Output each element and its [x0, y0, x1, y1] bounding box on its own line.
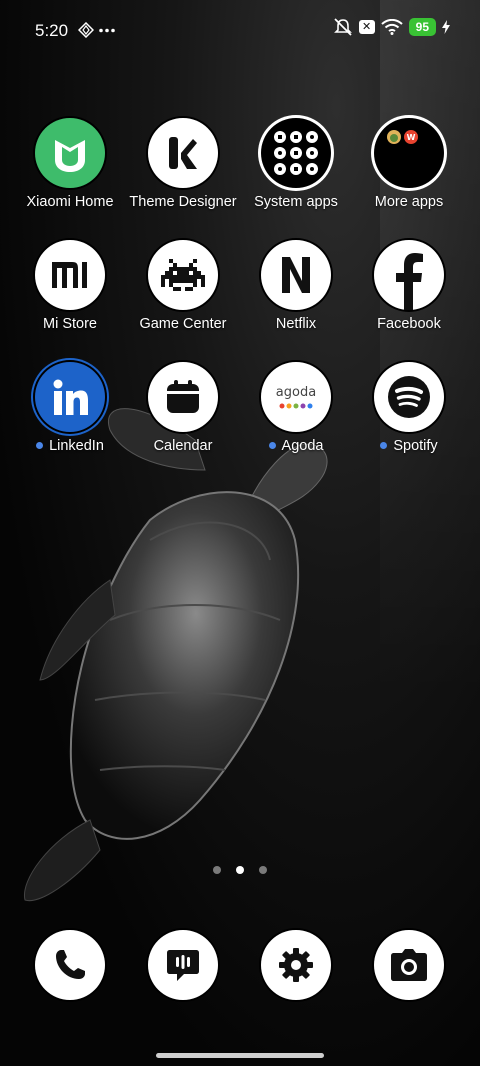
xiaomi-home-icon: [35, 118, 105, 188]
wifi-icon: [380, 19, 403, 35]
app-label: Mi Store: [43, 316, 97, 332]
facebook-icon: [374, 240, 444, 310]
app-netflix[interactable]: Netflix: [236, 240, 356, 332]
phone-icon[interactable]: [35, 930, 105, 1000]
charging-icon: [442, 20, 450, 34]
page-indicator: [0, 866, 480, 874]
app-label-row: Agoda: [236, 438, 356, 454]
app-facebook[interactable]: Facebook: [349, 240, 469, 332]
app-label: Spotify: [393, 438, 438, 454]
app-system-apps-folder[interactable]: System apps: [236, 118, 356, 210]
app-label: Theme Designer: [129, 194, 237, 210]
silent-icon: [333, 18, 352, 36]
camera-icon[interactable]: [374, 930, 444, 1000]
gesture-nav-bar[interactable]: [156, 1053, 324, 1058]
mi-store-icon: [35, 240, 105, 310]
netflix-icon: [261, 240, 331, 310]
game-center-icon: [148, 240, 218, 310]
new-install-dot: [380, 441, 388, 449]
app-label: Netflix: [275, 316, 317, 332]
app-label: Calendar: [153, 438, 213, 454]
status-bar: 5:20 ✕ 95: [0, 0, 480, 62]
messages-icon[interactable]: [148, 930, 218, 1000]
folder-grid-icon: [261, 118, 331, 188]
new-install-dot: [268, 441, 276, 449]
app-label-row: LinkedIn: [10, 438, 130, 454]
app-label: LinkedIn: [49, 438, 104, 454]
app-label: More apps: [374, 194, 444, 210]
app-label: Agoda: [281, 438, 324, 454]
app-theme-designer[interactable]: Theme Designer: [123, 118, 243, 210]
app-label: Facebook: [377, 316, 441, 332]
page-dot[interactable]: [259, 866, 267, 874]
app-label-row: Spotify: [349, 438, 469, 454]
svg-text:W: W: [407, 133, 416, 142]
app-agoda[interactable]: agoda Agoda: [236, 362, 356, 454]
calendar-icon: [148, 362, 218, 432]
battery-icon: 95: [408, 18, 436, 36]
page-dot[interactable]: [213, 866, 221, 874]
folder-icon: W: [374, 118, 444, 188]
app-mi-store[interactable]: Mi Store: [10, 240, 130, 332]
status-time: 5:20: [35, 21, 69, 40]
more-dots-icon: [99, 28, 115, 33]
agoda-wordmark: agoda: [276, 385, 316, 400]
spotify-icon: [374, 362, 444, 432]
data-saver-icon: [78, 22, 94, 38]
app-linkedin[interactable]: LinkedIn: [10, 362, 130, 454]
linkedin-icon: [35, 362, 105, 432]
app-calendar[interactable]: Calendar: [123, 362, 243, 454]
app-label: System apps: [254, 194, 338, 210]
app-game-center[interactable]: Game Center: [123, 240, 243, 332]
app-more-apps-folder[interactable]: W More apps: [349, 118, 469, 210]
app-xiaomi-home[interactable]: Xiaomi Home: [10, 118, 130, 210]
new-install-dot: [36, 441, 44, 449]
settings-icon[interactable]: [261, 930, 331, 1000]
x-badge-icon: ✕: [358, 20, 375, 34]
app-label: Xiaomi Home: [26, 194, 114, 210]
agoda-icon: agoda: [261, 362, 331, 432]
app-spotify[interactable]: Spotify: [349, 362, 469, 454]
theme-designer-icon: [148, 118, 218, 188]
app-label: Game Center: [139, 316, 227, 332]
page-dot-active[interactable]: [236, 866, 244, 874]
